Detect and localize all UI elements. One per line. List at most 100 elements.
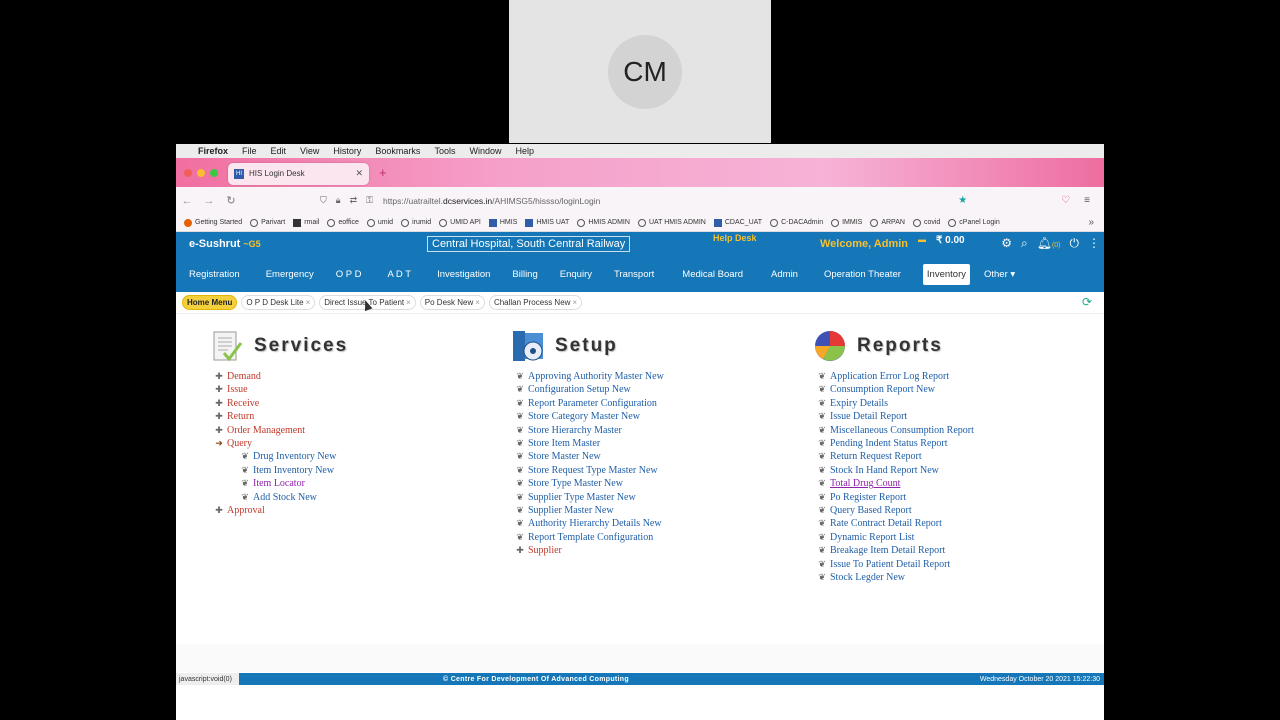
bookmark-item[interactable]: UMID API xyxy=(439,218,481,227)
report-item[interactable]: ❦ Expiry Details xyxy=(817,397,974,410)
mac-menu-edit[interactable]: Edit xyxy=(271,146,287,156)
report-item-highlighted[interactable]: ❦ Total Drug Count xyxy=(817,477,974,490)
close-icon[interactable]: × xyxy=(572,298,577,307)
mac-menu-window[interactable]: Window xyxy=(469,146,501,156)
report-item[interactable]: ❦ Return Request Report xyxy=(817,450,974,463)
setup-item[interactable]: ✚ Supplier xyxy=(515,544,664,557)
mac-menu-tools[interactable]: Tools xyxy=(434,146,455,156)
setup-item[interactable]: ❦ Store Hierarchy Master xyxy=(515,424,664,437)
bookmark-item[interactable]: irumid xyxy=(401,218,431,227)
service-item[interactable]: ➜ Query xyxy=(214,437,348,450)
report-item[interactable]: ❦ Miscellaneous Consumption Report xyxy=(817,424,974,437)
mac-menu-view[interactable]: View xyxy=(300,146,319,156)
bookmark-item[interactable]: umid xyxy=(366,218,393,227)
browser-tab[interactable]: HI HIS Login Desk ✕ xyxy=(228,162,369,185)
lock-icon[interactable]: 🔒︎ xyxy=(336,195,341,206)
bookmark-item[interactable]: HMIS xyxy=(488,218,517,227)
close-icon[interactable]: × xyxy=(306,298,311,307)
bookmark-item[interactable]: HMIS UAT xyxy=(525,218,569,227)
mac-menu-app[interactable]: Firefox xyxy=(198,146,228,156)
forward-icon[interactable]: → xyxy=(198,195,220,207)
nav-other[interactable]: Other ▾ xyxy=(984,269,1023,280)
setup-item[interactable]: ❦ Report Parameter Configuration xyxy=(515,397,664,410)
work-tab[interactable]: O P D Desk Lite × xyxy=(241,295,316,310)
setup-item[interactable]: ❦ Store Type Master New xyxy=(515,477,664,490)
nav-enquiry[interactable]: Enquiry xyxy=(560,269,600,280)
nav-emergency[interactable]: Emergency xyxy=(266,269,322,280)
bookmark-item[interactable]: C-DACAdmin xyxy=(770,218,823,227)
key-icon[interactable]: ⚿ xyxy=(366,195,373,206)
service-subitem[interactable]: ❦ Item Locator xyxy=(214,477,348,490)
bookmark-item[interactable]: covid xyxy=(912,218,940,227)
service-item[interactable]: ✚ Issue xyxy=(214,383,348,396)
setup-item[interactable]: ❦ Report Template Configuration xyxy=(515,531,664,544)
setup-item[interactable]: ❦ Supplier Type Master New xyxy=(515,491,664,504)
bookmark-item[interactable]: cPanel Login xyxy=(948,218,1000,227)
report-item[interactable]: ❦ Dynamic Report List xyxy=(817,531,974,544)
bookmark-star-icon[interactable]: ★ xyxy=(958,195,967,206)
bookmark-item[interactable]: HMIS ADMIN xyxy=(577,218,630,227)
nav-investigation[interactable]: Investigation xyxy=(437,269,498,280)
report-item[interactable]: ❦ Stock Legder New xyxy=(817,571,974,584)
close-icon[interactable]: × xyxy=(475,298,480,307)
report-item[interactable]: ❦ Consumption Report New xyxy=(817,383,974,396)
setup-item[interactable]: ❦ Approving Authority Master New xyxy=(515,370,664,383)
service-subitem[interactable]: ❦ Drug Inventory New xyxy=(214,450,348,463)
bookmark-item[interactable]: rmail xyxy=(293,218,319,227)
nav-billing[interactable]: Billing xyxy=(512,269,545,280)
participant-tile[interactable]: CM xyxy=(509,0,771,143)
report-item[interactable]: ❦ Rate Contract Detail Report xyxy=(817,517,974,530)
new-tab-icon[interactable]: + xyxy=(379,165,387,180)
mac-menu-help[interactable]: Help xyxy=(515,146,534,156)
service-item[interactable]: ✚ Receive xyxy=(214,397,348,410)
pocket-icon[interactable]: ♡ xyxy=(1061,195,1070,206)
url-field[interactable]: https://uatrailtel.dcservices.in/AHIMSG5… xyxy=(383,196,600,206)
bookmark-item[interactable]: UAT HMIS ADMIN xyxy=(637,218,706,227)
report-item[interactable]: ❦ Stock In Hand Report New xyxy=(817,464,974,477)
setup-item[interactable]: ❦ Store Category Master New xyxy=(515,410,664,423)
close-tab-icon[interactable]: ✕ xyxy=(355,168,363,179)
bookmark-item[interactable]: CDAC_UAT xyxy=(713,218,762,227)
setup-item[interactable]: ❦ Authority Hierarchy Details New xyxy=(515,517,664,530)
power-icon[interactable]: ⏻ xyxy=(1070,236,1080,251)
permissions-icon[interactable]: ⇄ xyxy=(350,195,358,206)
nav-registration[interactable]: Registration xyxy=(189,269,248,280)
service-item[interactable]: ✚ Approval xyxy=(214,504,348,517)
nav-admin[interactable]: Admin xyxy=(771,269,806,280)
service-item[interactable]: ✚ Order Management xyxy=(214,424,348,437)
bookmark-item[interactable]: IMMIS xyxy=(831,218,862,227)
nav-inventory[interactable]: Inventory xyxy=(922,263,970,285)
shield-icon[interactable]: ⛉ xyxy=(320,195,327,206)
report-item[interactable]: ❦ Issue To Patient Detail Report xyxy=(817,558,974,571)
app-menu-icon[interactable]: ≡ xyxy=(1084,195,1090,206)
report-item[interactable]: ❦ Issue Detail Report xyxy=(817,410,974,423)
service-item[interactable]: ✚ Return xyxy=(214,410,348,423)
report-item[interactable]: ❦ Query Based Report xyxy=(817,504,974,517)
bookmark-item[interactable]: ARPAN xyxy=(870,218,905,227)
report-item[interactable]: ❦ Breakage Item Detail Report xyxy=(817,544,974,557)
service-item[interactable]: ✚ Demand xyxy=(214,370,348,383)
setup-item[interactable]: ❦ Store Request Type Master New xyxy=(515,464,664,477)
nav-transport[interactable]: Transport xyxy=(614,269,662,280)
close-window-icon[interactable] xyxy=(184,168,192,177)
report-item[interactable]: ❦ Pending Indent Status Report xyxy=(817,437,974,450)
nav-adt[interactable]: A D T xyxy=(387,269,419,280)
work-tab-home[interactable]: Home Menu xyxy=(182,295,238,310)
work-tab[interactable]: Po Desk New × xyxy=(419,295,485,310)
mac-menu-bookmarks[interactable]: Bookmarks xyxy=(375,146,420,156)
notification-bell-icon[interactable]: 🔔︎(0) xyxy=(1037,236,1061,251)
report-item[interactable]: ❦ Po Register Report xyxy=(817,491,974,504)
refresh-icon[interactable]: ⟳ xyxy=(1082,295,1092,309)
setup-item[interactable]: ❦ Supplier Master New xyxy=(515,504,664,517)
service-subitem[interactable]: ❦ Add Stock New xyxy=(214,491,348,504)
close-icon[interactable]: × xyxy=(406,298,411,307)
zoom-window-icon[interactable] xyxy=(210,168,218,177)
bookmarks-overflow-icon[interactable]: » xyxy=(1088,217,1094,228)
report-item[interactable]: ❦ Application Error Log Report xyxy=(817,370,974,383)
nav-medical-board[interactable]: Medical Board xyxy=(682,269,751,280)
nav-opd[interactable]: O P D xyxy=(336,269,370,280)
more-icon[interactable]: ⋮ xyxy=(1088,236,1100,251)
minimize-window-icon[interactable] xyxy=(197,168,205,177)
back-icon[interactable]: ← xyxy=(176,195,198,207)
setup-item[interactable]: ❦ Store Master New xyxy=(515,450,664,463)
